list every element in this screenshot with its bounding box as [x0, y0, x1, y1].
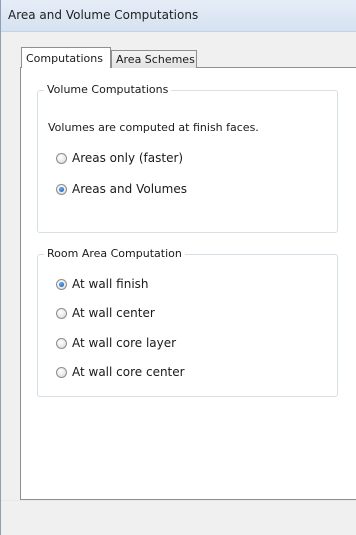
volume-computations-group: Volume Computations Volumes are computed… — [37, 83, 338, 233]
radio-unchecked-icon[interactable] — [56, 307, 67, 319]
room-group-legend: Room Area Computation — [44, 247, 185, 260]
radio-at-wall-center[interactable]: At wall center — [56, 305, 155, 321]
radio-areas-only-label[interactable]: Areas only (faster) — [72, 151, 183, 165]
volume-group-legend: Volume Computations — [44, 83, 172, 96]
radio-checked-icon[interactable] — [56, 278, 67, 290]
radio-unchecked-icon[interactable] — [56, 152, 67, 164]
volume-description: Volumes are computed at finish faces. — [48, 121, 259, 134]
dialog-window: Area and Volume Computations Computation… — [0, 0, 356, 535]
radio-at-wall-core-layer-label[interactable]: At wall core layer — [72, 336, 176, 350]
radio-checked-icon[interactable] — [56, 183, 67, 195]
radio-at-wall-core-center[interactable]: At wall core center — [56, 364, 185, 380]
radio-unchecked-icon[interactable] — [56, 337, 67, 349]
radio-areas-and-volumes[interactable]: Areas and Volumes — [56, 181, 187, 197]
radio-areas-and-volumes-label[interactable]: Areas and Volumes — [72, 182, 187, 196]
radio-at-wall-core-layer[interactable]: At wall core layer — [56, 335, 176, 351]
tab-panel-computations: Volume Computations Volumes are computed… — [20, 67, 356, 500]
radio-at-wall-core-center-label[interactable]: At wall core center — [72, 365, 185, 379]
room-area-computation-group: Room Area Computation At wall finish At … — [37, 247, 338, 397]
tab-strip: Computations Area Schemes — [1, 32, 356, 68]
title-bar[interactable]: Area and Volume Computations — [1, 0, 356, 32]
window-title: Area and Volume Computations — [8, 8, 199, 22]
tab-area-schemes[interactable]: Area Schemes — [111, 50, 197, 68]
radio-at-wall-finish-label[interactable]: At wall finish — [72, 277, 149, 291]
radio-areas-only[interactable]: Areas only (faster) — [56, 150, 183, 166]
radio-unchecked-icon[interactable] — [56, 366, 67, 378]
radio-at-wall-center-label[interactable]: At wall center — [72, 306, 155, 320]
bottom-divider — [1, 500, 356, 501]
radio-at-wall-finish[interactable]: At wall finish — [56, 276, 149, 292]
tab-computations[interactable]: Computations — [21, 47, 111, 68]
